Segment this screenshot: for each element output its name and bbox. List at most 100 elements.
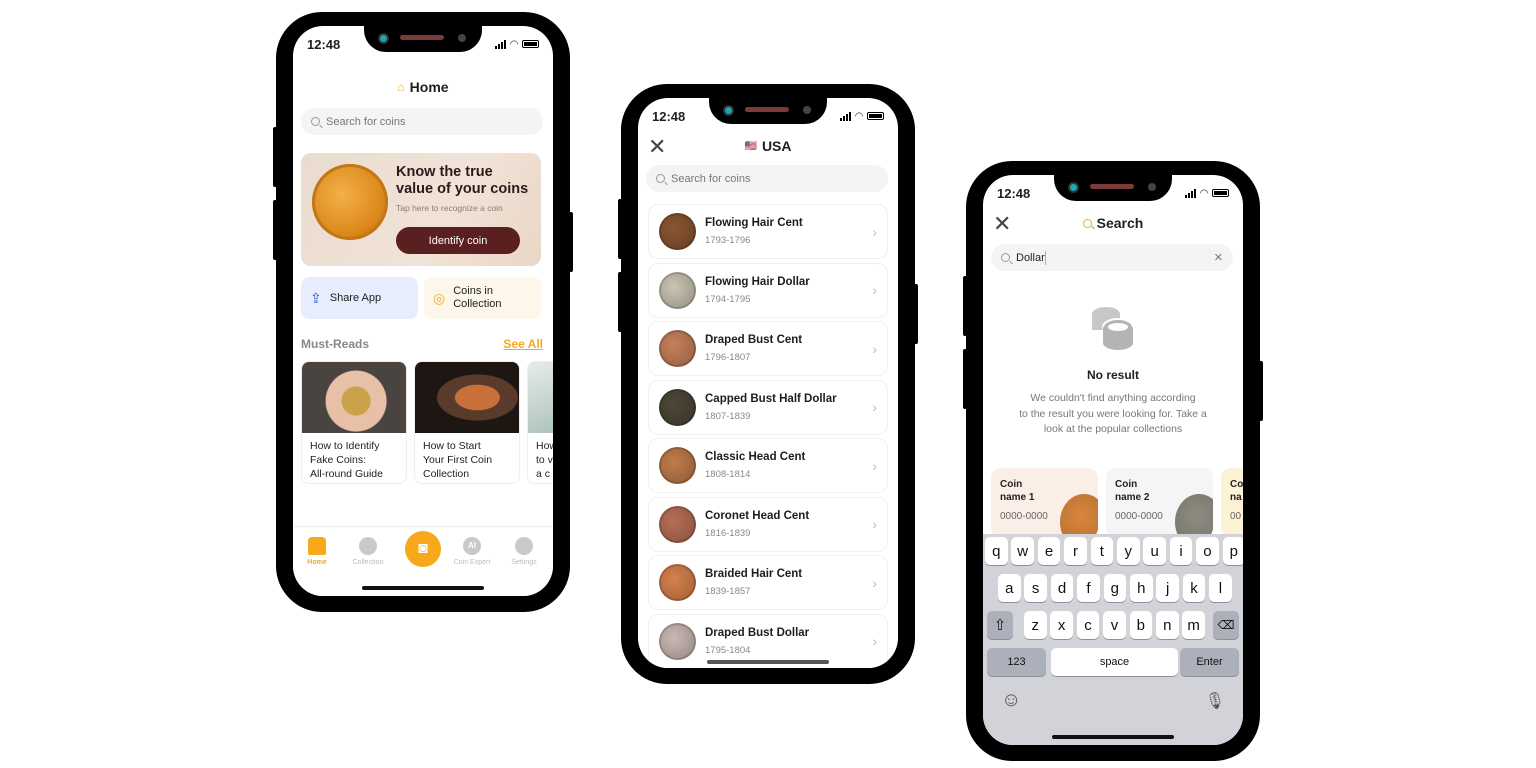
key-o[interactable]: o [1196,537,1219,565]
phone-home: 12:48 ◠ ⌂ Home Search for coins Know the… [273,12,573,612]
search-icon [1001,253,1010,262]
search-input[interactable]: Dollar ✕ [991,244,1233,271]
coin-thumbnail [659,447,696,484]
page-title-text: Home [409,79,449,95]
tab-coin-expert[interactable]: AI Coin Expert [447,537,497,566]
key-u[interactable]: u [1143,537,1166,565]
key-f[interactable]: f [1077,574,1100,602]
popular-coin-card[interactable]: Coin name 1 0000-0000 [991,468,1098,538]
wifi-icon: ◠ [510,38,518,50]
volume-button [963,349,969,409]
key-g[interactable]: g [1103,574,1127,602]
key-z[interactable]: z [1024,611,1047,639]
coin-list-item[interactable]: Coronet Head Cent 1816-1839 › [648,496,888,552]
backspace-icon: ⌫ [1217,618,1235,632]
search-icon [656,174,665,183]
coin-thumbnail [659,271,696,309]
coin-list-item[interactable]: Classic Head Cent 1808-1814 › [648,438,888,493]
identify-coin-button[interactable]: Identify coin [396,227,520,254]
emoji-icon[interactable]: ☺ [1001,689,1021,712]
coin-list-item[interactable]: Capped Bust Half Dollar 1807-1839 › [648,379,888,435]
search-input[interactable]: Search for coins [301,108,543,135]
coin-name: Flowing Hair Cent [705,217,803,229]
coin-image [312,164,388,240]
microphone-icon[interactable]: 🎙︎ [1205,691,1225,711]
camera-icon: ◙ [418,540,428,557]
wifi-icon: ◠ [1200,187,1208,199]
battery-icon [1212,189,1229,197]
section-title: Must-Reads [301,337,370,351]
home-icon [308,537,326,555]
key-r[interactable]: r [1064,537,1087,565]
coin-list-item[interactable]: Draped Bust Cent 1796-1807 › [648,321,888,376]
article-card[interactable]: How to Identify Fake Coins: All-round Guid… [301,361,407,484]
key-j[interactable]: j [1156,574,1179,602]
coin-list-item[interactable]: Flowing Hair Cent 1793-1796 › [648,204,888,259]
enter-key[interactable]: Enter [1180,648,1239,676]
popular-coin-years: 00 [1230,511,1242,522]
key-s[interactable]: s [1024,574,1047,602]
chevron-right-icon: › [872,516,877,532]
key-w[interactable]: w [1011,537,1034,565]
chevron-right-icon: › [872,340,877,357]
coin-list-item[interactable]: Braided Hair Cent 1839-1857 › [648,555,888,610]
key-m[interactable]: m [1182,611,1205,639]
search-query[interactable]: Dollar [1016,252,1045,264]
search-input[interactable]: Search for coins [646,165,888,192]
key-p[interactable]: p [1222,537,1243,565]
tab-settings[interactable]: Settings [499,537,549,566]
key-c[interactable]: c [1076,611,1100,639]
tab-collection[interactable]: Collection [343,537,393,566]
coin-thumbnail [659,505,696,543]
share-app-label: Share App [329,292,382,304]
key-q[interactable]: q [985,537,1008,565]
key-l[interactable]: l [1209,574,1232,602]
key-h[interactable]: h [1130,574,1153,602]
key-a[interactable]: a [998,574,1021,602]
search-icon [311,117,320,126]
key-e[interactable]: e [1037,537,1061,565]
article-title: Howto va c [536,440,553,480]
coin-thumbnail [659,622,696,660]
battery-icon [867,112,884,120]
key-t[interactable]: t [1090,537,1114,565]
popular-coin-card[interactable]: Co na 00 [1221,468,1243,538]
coins-in-collection-button[interactable]: ◎ Coins in Collection [424,277,541,319]
coin-years: 1839-1857 [705,586,751,597]
share-app-button[interactable]: ⇪ Share App [301,277,418,319]
volume-button [273,200,279,260]
article-card[interactable]: How to Start Your First Coin Collection [414,361,520,484]
key-x[interactable]: x [1050,611,1073,639]
clear-search-icon[interactable]: ✕ [1214,251,1223,264]
phone-usa: 12:48 ◠ ✕ 🇺🇸 USA Search for coins Flowin… [618,84,918,684]
signal-icon [495,39,507,49]
space-key[interactable]: space [1051,648,1178,676]
key-d[interactable]: d [1050,574,1074,602]
coins-icon: ◎ [433,289,446,306]
popular-coin-card[interactable]: Coin name 2 0000-0000 [1106,468,1213,538]
coin-thumbnail [659,330,696,367]
banner-heading: Know the true value of your coins [396,164,529,197]
tab-home[interactable]: Home [293,537,342,566]
shift-key[interactable]: ⇧ [987,611,1013,639]
see-all-link[interactable]: See All [503,337,543,351]
numbers-key[interactable]: 123 [987,648,1046,676]
key-k[interactable]: k [1182,574,1206,602]
key-i[interactable]: i [1169,537,1193,565]
coin-list-item[interactable]: Flowing Hair Dollar 1794-1795 › [648,262,888,318]
popular-coin-name: Co na [1230,479,1243,503]
camera-button[interactable]: ◙ [405,531,441,567]
backspace-key[interactable]: ⌫ [1213,611,1239,639]
coin-years: 1808-1814 [705,469,751,480]
coin-years: 1794-1795 [705,293,751,305]
article-card[interactable]: Howto va c [527,361,553,484]
identify-banner[interactable]: Know the true value of your coins Tap her… [301,153,541,266]
key-n[interactable]: n [1156,611,1179,639]
screen: 12:48 ◠ ⌂ Home Search for coins Know the… [293,26,553,596]
key-y[interactable]: y [1117,537,1140,565]
key-b[interactable]: b [1129,611,1153,639]
collection-icon [359,537,377,555]
chevron-right-icon: › [872,282,877,298]
coin-name: Braided Hair Cent [705,568,803,580]
key-v[interactable]: v [1103,611,1126,639]
